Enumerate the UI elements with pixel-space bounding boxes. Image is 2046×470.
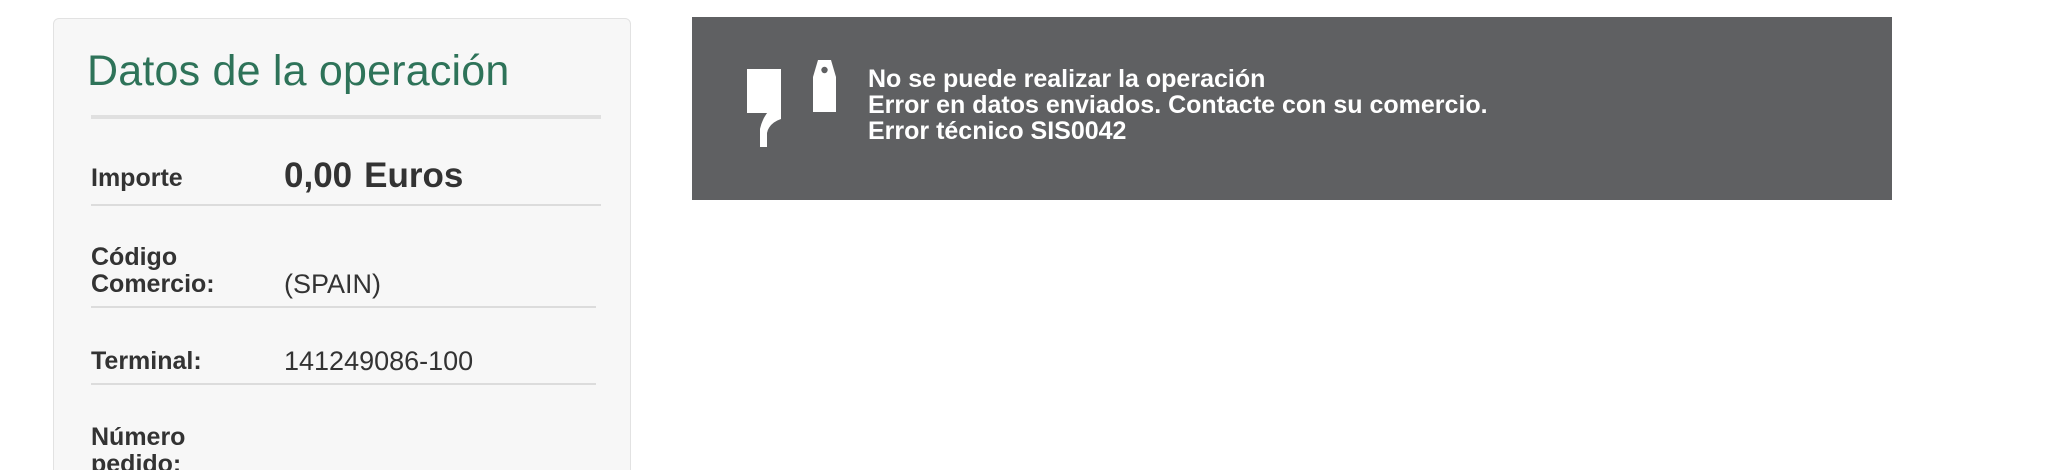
amount-value-group: 0,00 Euros xyxy=(284,156,463,196)
error-detail: Error en datos enviados. Contacte con su… xyxy=(868,91,1488,119)
row-divider xyxy=(91,383,596,385)
terminal-value: 141249086-100 xyxy=(284,346,474,376)
amount-value: 0,00 xyxy=(284,156,353,195)
error-message-box: No se puede realizar la operación Error … xyxy=(692,17,1892,200)
merchant-code-value: (SPAIN) xyxy=(284,269,382,299)
row-divider xyxy=(91,204,601,206)
merchant-code-label: Código Comercio: xyxy=(91,243,215,298)
amount-currency: Euros xyxy=(364,156,464,195)
terminal-label: Terminal: xyxy=(91,347,202,375)
payment-page: Datos de la operación Importe 0,00 Euros … xyxy=(0,0,2046,470)
error-code: Error técnico SIS0042 xyxy=(868,117,1127,145)
operation-data-panel: Datos de la operación Importe 0,00 Euros … xyxy=(53,18,631,470)
title-divider xyxy=(91,115,601,119)
row-divider xyxy=(91,306,596,308)
thumbs-down-icon xyxy=(747,60,836,147)
error-title: No se puede realizar la operación xyxy=(868,65,1266,93)
order-number-label: Número pedido: xyxy=(91,423,186,470)
panel-title: Datos de la operación xyxy=(87,47,510,95)
amount-label: Importe xyxy=(91,164,183,192)
error-text: No se puede realizar la operación Error … xyxy=(868,66,1488,144)
